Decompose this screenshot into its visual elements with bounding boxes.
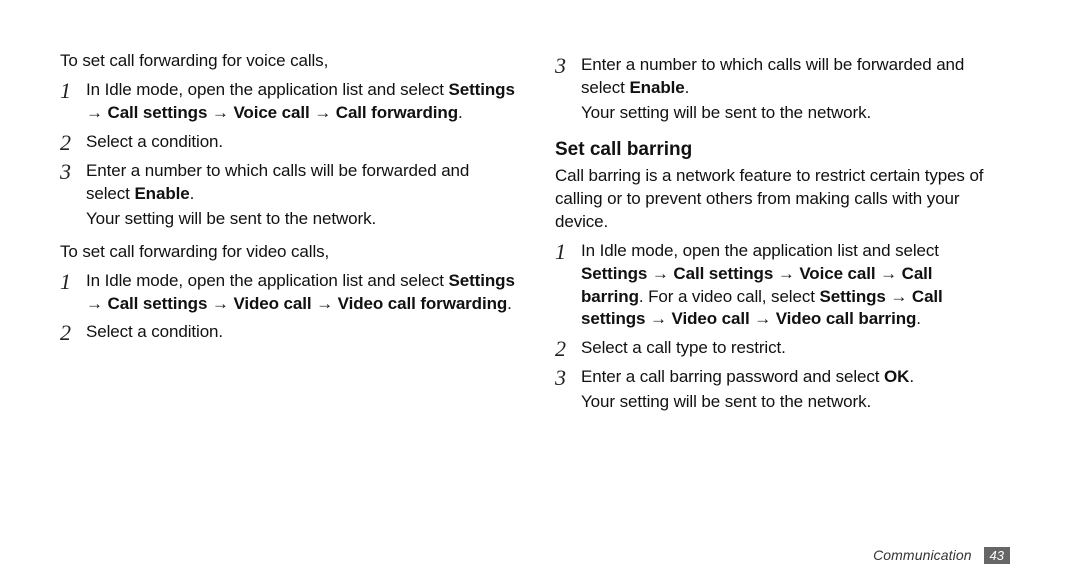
step-note: Your setting will be sent to the network… (86, 208, 515, 231)
list-item: 1 In Idle mode, open the application lis… (60, 270, 515, 316)
step-number: 2 (60, 131, 86, 154)
page-number: 43 (984, 547, 1010, 564)
list-item: 3 Enter a number to which calls will be … (60, 160, 515, 231)
step-number: 3 (555, 366, 581, 389)
heading-call-barring: Set call barring (555, 139, 990, 161)
step-text: Enter a number to which calls will be fo… (86, 160, 515, 231)
video-steps: 1 In Idle mode, open the application lis… (60, 270, 515, 345)
step-number: 1 (555, 240, 581, 263)
list-item: 3 Enter a number to which calls will be … (555, 54, 990, 125)
step-number: 1 (60, 270, 86, 293)
step-text: Select a condition. (86, 131, 223, 154)
page: To set call forwarding for voice calls, … (0, 0, 1080, 586)
page-footer: Communication 43 (873, 547, 1010, 564)
step-text: In Idle mode, open the application list … (86, 270, 515, 316)
step-note: Your setting will be sent to the network… (581, 391, 914, 414)
list-item: 1 In Idle mode, open the application lis… (555, 240, 990, 332)
step-number: 3 (555, 54, 581, 77)
video-steps-cont: 3 Enter a number to which calls will be … (555, 54, 990, 125)
step-number: 1 (60, 79, 86, 102)
step-number: 2 (555, 337, 581, 360)
step-text: Enter a call barring password and select… (581, 366, 914, 414)
list-item: 2 Select a condition. (60, 131, 515, 154)
step-number: 3 (60, 160, 86, 183)
barring-steps: 1 In Idle mode, open the application lis… (555, 240, 990, 415)
step-text: Select a condition. (86, 321, 223, 344)
step-number: 2 (60, 321, 86, 344)
step-text: In Idle mode, open the application list … (581, 240, 990, 332)
step-text: Select a call type to restrict. (581, 337, 786, 360)
footer-section: Communication (873, 547, 972, 563)
intro-voice: To set call forwarding for voice calls, (60, 50, 515, 73)
right-column: 3 Enter a number to which calls will be … (545, 50, 1030, 586)
desc-call-barring: Call barring is a network feature to res… (555, 165, 990, 234)
list-item: 1 In Idle mode, open the application lis… (60, 79, 515, 125)
voice-steps: 1 In Idle mode, open the application lis… (60, 79, 515, 231)
step-text: Enter a number to which calls will be fo… (581, 54, 990, 125)
step-note: Your setting will be sent to the network… (581, 102, 990, 125)
intro-video: To set call forwarding for video calls, (60, 241, 515, 264)
step-text: In Idle mode, open the application list … (86, 79, 515, 125)
list-item: 3 Enter a call barring password and sele… (555, 366, 990, 414)
list-item: 2 Select a call type to restrict. (555, 337, 990, 360)
list-item: 2 Select a condition. (60, 321, 515, 344)
left-column: To set call forwarding for voice calls, … (60, 50, 545, 586)
